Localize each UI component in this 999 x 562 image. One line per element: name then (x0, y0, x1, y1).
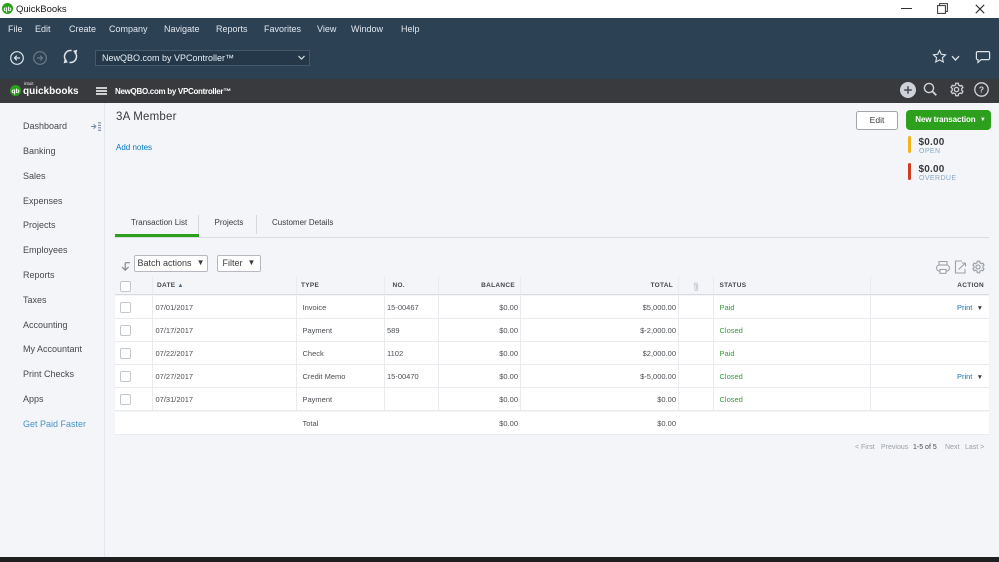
svg-text:qb: qb (12, 87, 20, 94)
svg-text:qb: qb (4, 5, 12, 12)
svg-text:?: ? (978, 84, 983, 94)
